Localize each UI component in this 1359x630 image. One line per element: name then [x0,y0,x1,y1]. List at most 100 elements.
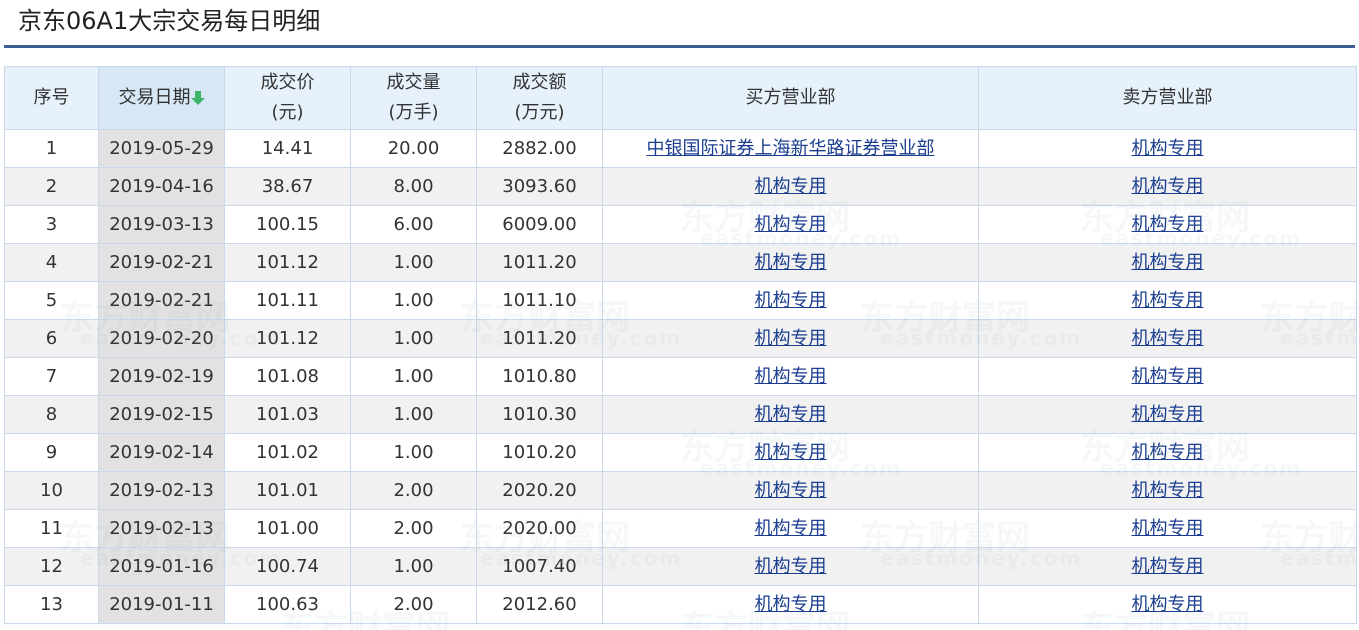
cell-seller: 机构专用 [978,433,1357,472]
cell-price: 101.02 [224,433,351,472]
seller-dept-link[interactable]: 机构专用 [1132,252,1204,273]
cell-volume: 8.00 [350,167,477,206]
table-row: 13 2019-01-11 100.63 2.00 2012.60 机构专用 机构专用 [4,585,1357,624]
table-row: 3 2019-03-13 100.15 6.00 6009.00 机构专用 机构专用 [4,205,1357,244]
header-amount-label: 成交额 [512,72,567,93]
header-volume-label: 成交量 [386,72,441,93]
cell-index: 9 [4,433,99,472]
cell-seller: 机构专用 [978,471,1357,510]
table-row: 11 2019-02-13 101.00 2.00 2020.00 机构专用 机构专用 [4,509,1357,548]
header-seller-label: 卖方营业部 [1122,87,1213,108]
header-amount[interactable]: 成交额 (万元) [476,66,603,130]
seller-dept-link[interactable]: 机构专用 [1132,366,1204,387]
seller-dept-link[interactable]: 机构专用 [1132,290,1204,311]
header-buyer-label: 买方营业部 [745,87,836,108]
cell-amount: 1011.20 [476,243,603,282]
buyer-dept-link[interactable]: 中银国际证券上海新华路证券营业部 [647,138,935,159]
cell-index: 3 [4,205,99,244]
buyer-dept-link[interactable]: 机构专用 [755,404,827,425]
buyer-dept-link[interactable]: 机构专用 [755,366,827,387]
cell-volume: 1.00 [350,243,477,282]
header-price[interactable]: 成交价 (元) [224,66,351,130]
cell-index: 5 [4,281,99,320]
cell-index: 13 [4,585,99,624]
buyer-dept-link[interactable]: 机构专用 [755,290,827,311]
cell-date: 2019-01-16 [98,547,225,586]
seller-dept-link[interactable]: 机构专用 [1132,480,1204,501]
cell-price: 100.15 [224,205,351,244]
cell-date: 2019-02-13 [98,471,225,510]
buyer-dept-link[interactable]: 机构专用 [755,328,827,349]
table-row: 12 2019-01-16 100.74 1.00 1007.40 机构专用 机构专用 [4,547,1357,586]
cell-buyer: 机构专用 [602,281,979,320]
cell-seller: 机构专用 [978,243,1357,282]
buyer-dept-link[interactable]: 机构专用 [755,480,827,501]
header-seller: 卖方营业部 [978,66,1357,130]
table-row: 8 2019-02-15 101.03 1.00 1010.30 机构专用 机构专用 [4,395,1357,434]
seller-dept-link[interactable]: 机构专用 [1132,404,1204,425]
table-row: 4 2019-02-21 101.12 1.00 1011.20 机构专用 机构专用 [4,243,1357,282]
buyer-dept-link[interactable]: 机构专用 [755,442,827,463]
cell-amount: 1010.30 [476,395,603,434]
cell-volume: 1.00 [350,395,477,434]
page-title: 京东06A1大宗交易每日明细 [18,7,321,35]
cell-amount: 2882.00 [476,129,603,168]
cell-date: 2019-03-13 [98,205,225,244]
buyer-dept-link[interactable]: 机构专用 [755,176,827,197]
cell-seller: 机构专用 [978,585,1357,624]
cell-price: 101.12 [224,319,351,358]
seller-dept-link[interactable]: 机构专用 [1132,176,1204,197]
cell-price: 101.12 [224,243,351,282]
table-row: 7 2019-02-19 101.08 1.00 1010.80 机构专用 机构专用 [4,357,1357,396]
cell-volume: 1.00 [350,319,477,358]
cell-amount: 1010.80 [476,357,603,396]
cell-buyer: 机构专用 [602,167,979,206]
cell-date: 2019-02-13 [98,509,225,548]
cell-amount: 2020.20 [476,471,603,510]
cell-buyer: 机构专用 [602,433,979,472]
cell-index: 8 [4,395,99,434]
buyer-dept-link[interactable]: 机构专用 [755,556,827,577]
cell-seller: 机构专用 [978,357,1357,396]
cell-amount: 2012.60 [476,585,603,624]
cell-index: 7 [4,357,99,396]
seller-dept-link[interactable]: 机构专用 [1132,138,1204,159]
header-volume-unit: (万手) [388,102,439,123]
header-amount-unit: (万元) [514,102,565,123]
cell-date: 2019-02-21 [98,243,225,282]
cell-price: 14.41 [224,129,351,168]
seller-dept-link[interactable]: 机构专用 [1132,518,1204,539]
table-body: 1 2019-05-29 14.41 20.00 2882.00 中银国际证券上海新华路证… [4,129,1357,624]
cell-date: 2019-02-20 [98,319,225,358]
cell-buyer: 机构专用 [602,547,979,586]
cell-amount: 3093.60 [476,167,603,206]
buyer-dept-link[interactable]: 机构专用 [755,214,827,235]
cell-index: 2 [4,167,99,206]
buyer-dept-link[interactable]: 机构专用 [755,252,827,273]
header-date[interactable]: 交易日期 [98,66,225,130]
buyer-dept-link[interactable]: 机构专用 [755,594,827,615]
table-row: 6 2019-02-20 101.12 1.00 1011.20 机构专用 机构专用 [4,319,1357,358]
arrow-down-icon [190,91,205,105]
seller-dept-link[interactable]: 机构专用 [1132,442,1204,463]
seller-dept-link[interactable]: 机构专用 [1132,594,1204,615]
page: 京东06A1大宗交易每日明细 序号 交易日期 成交价 (元) 成交量 (万手) … [0,0,1359,630]
cell-volume: 2.00 [350,585,477,624]
cell-date: 2019-02-14 [98,433,225,472]
cell-buyer: 机构专用 [602,395,979,434]
cell-amount: 1010.20 [476,433,603,472]
cell-index: 10 [4,471,99,510]
buyer-dept-link[interactable]: 机构专用 [755,518,827,539]
cell-price: 38.67 [224,167,351,206]
header-index: 序号 [4,66,99,130]
seller-dept-link[interactable]: 机构专用 [1132,556,1204,577]
seller-dept-link[interactable]: 机构专用 [1132,214,1204,235]
seller-dept-link[interactable]: 机构专用 [1132,328,1204,349]
block-trade-table-container: 序号 交易日期 成交价 (元) 成交量 (万手) 成交额 (万元) 买方营业部 … [4,66,1357,624]
cell-date: 2019-02-19 [98,357,225,396]
cell-price: 100.74 [224,547,351,586]
header-volume[interactable]: 成交量 (万手) [350,66,477,130]
cell-buyer: 机构专用 [602,509,979,548]
cell-buyer: 机构专用 [602,471,979,510]
cell-seller: 机构专用 [978,319,1357,358]
